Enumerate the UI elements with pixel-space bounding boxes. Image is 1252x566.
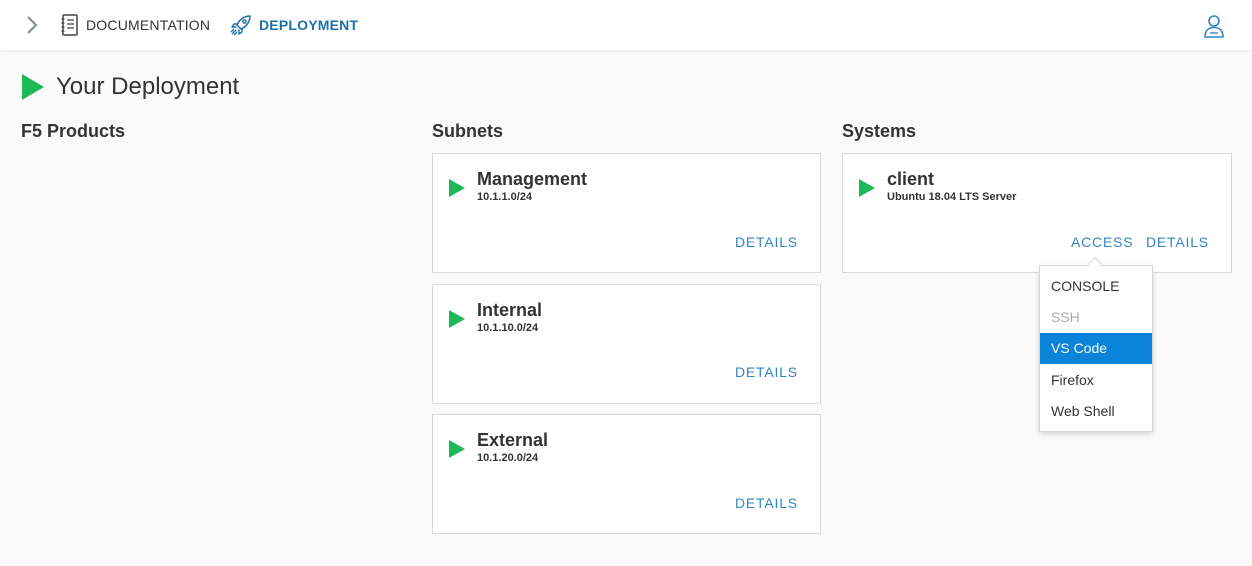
nav-deployment-label: DEPLOYMENT — [259, 17, 359, 33]
column-heading-subnets: Subnets — [432, 121, 504, 141]
details-button[interactable]: DETAILS — [735, 495, 798, 511]
document-icon — [61, 14, 78, 36]
page-header: Your Deployment — [22, 72, 239, 102]
play-status-icon — [859, 179, 875, 197]
play-status-icon — [449, 440, 465, 458]
user-account-icon[interactable] — [1201, 13, 1227, 39]
subnet-name: External — [477, 430, 549, 450]
chevron-right-icon[interactable] — [24, 14, 40, 36]
menu-item-firefox[interactable]: Firefox — [1040, 365, 1152, 396]
system-name: client — [887, 169, 935, 189]
menu-item-console[interactable]: CONSOLE — [1040, 271, 1152, 302]
menu-item-web-shell[interactable]: Web Shell — [1040, 396, 1152, 427]
page-title: Your Deployment — [56, 73, 240, 100]
menu-item-vs-code[interactable]: VS Code — [1040, 333, 1152, 364]
subnet-card-external: External 10.1.20.0/24 DETAILS — [432, 414, 821, 534]
column-heading-systems: Systems — [842, 121, 917, 141]
access-button[interactable]: ACCESS — [1071, 234, 1133, 250]
system-card-client: client Ubuntu 18.04 LTS Server ACCESS DE… — [842, 153, 1232, 273]
column-heading-products: F5 Products — [21, 121, 126, 141]
subnet-cidr: 10.1.10.0/24 — [477, 322, 539, 334]
details-button[interactable]: DETAILS — [1146, 234, 1209, 250]
play-status-icon — [22, 74, 44, 100]
subnet-cidr: 10.1.20.0/24 — [477, 452, 539, 464]
details-button[interactable]: DETAILS — [735, 234, 798, 250]
access-dropdown-menu: CONSOLE SSH VS Code Firefox Web Shell — [1039, 265, 1153, 432]
nav-documentation-label: DOCUMENTATION — [86, 17, 211, 33]
play-status-icon — [449, 179, 465, 197]
subnet-name: Management — [477, 169, 588, 189]
system-os: Ubuntu 18.04 LTS Server — [887, 191, 1017, 203]
details-button[interactable]: DETAILS — [735, 364, 798, 380]
subnet-cidr: 10.1.1.0/24 — [477, 191, 533, 203]
top-nav-bar: DOCUMENTATION DEPLOYMENT — [0, 0, 1252, 50]
subnet-card-internal: Internal 10.1.10.0/24 DETAILS — [432, 284, 821, 404]
rocket-icon — [230, 15, 251, 36]
play-status-icon — [449, 310, 465, 328]
nav-documentation[interactable]: DOCUMENTATION — [61, 13, 210, 37]
subnet-name: Internal — [477, 300, 543, 320]
subnet-card-management: Management 10.1.1.0/24 DETAILS — [432, 153, 821, 273]
nav-deployment[interactable]: DEPLOYMENT — [230, 13, 358, 37]
menu-item-ssh: SSH — [1051, 309, 1080, 325]
